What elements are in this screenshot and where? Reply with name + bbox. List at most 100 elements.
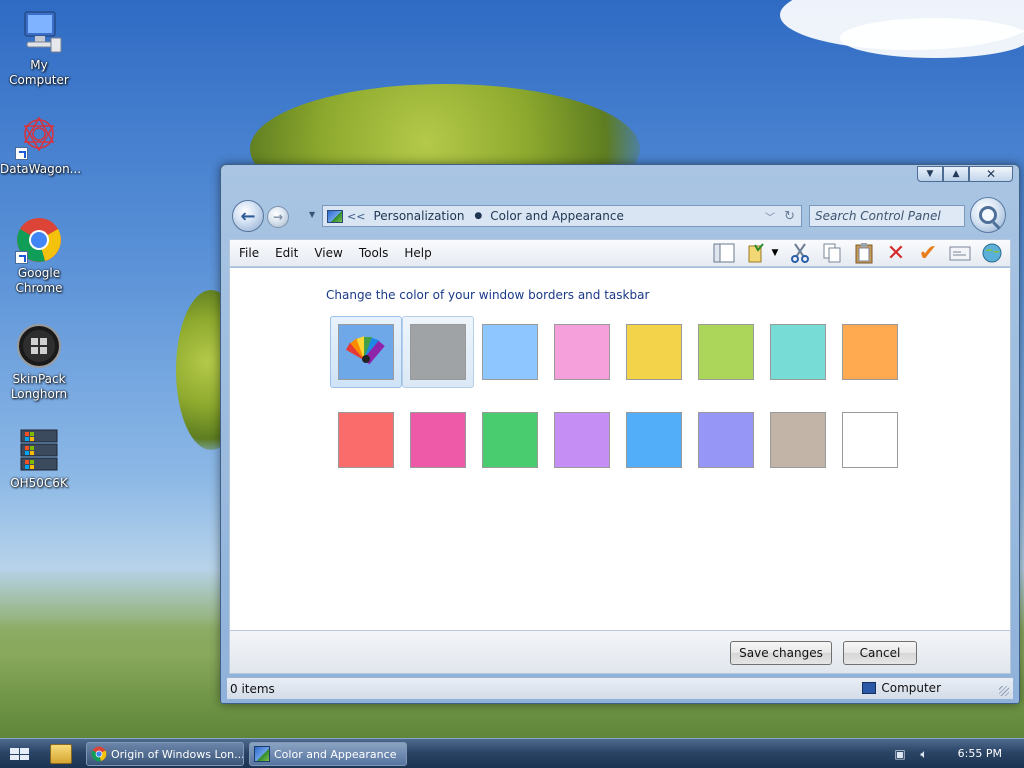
swatch-color-fill bbox=[626, 412, 682, 468]
folder-options-icon[interactable] bbox=[744, 242, 768, 264]
refresh-icon[interactable]: ↻ bbox=[784, 209, 795, 224]
swatch-color-fill bbox=[842, 412, 898, 468]
color-swatch-sky[interactable] bbox=[474, 316, 546, 388]
swatch-row bbox=[330, 404, 906, 476]
breadcrumb-separator-icon[interactable]: ● bbox=[474, 211, 482, 221]
color-swatch-white[interactable] bbox=[834, 404, 906, 476]
windows-logo-icon bbox=[10, 748, 19, 754]
color-swatch-orange[interactable] bbox=[834, 316, 906, 388]
recent-pages-dropdown[interactable]: ▼ bbox=[309, 210, 315, 219]
menu-file[interactable]: File bbox=[230, 246, 267, 260]
desktop-icon-label: OH50C6K bbox=[10, 476, 68, 490]
desktop-icon-oh50c6k[interactable]: OH50C6K bbox=[0, 426, 78, 491]
globe-icon[interactable] bbox=[980, 242, 1004, 264]
caption-buttons: ▼ ▲ ✕ bbox=[917, 166, 1013, 182]
search-input[interactable]: Search Control Panel bbox=[809, 205, 965, 227]
menu-help[interactable]: Help bbox=[396, 246, 439, 260]
navigation-bar: ← → ▼ << Personalization ● Color and App… bbox=[229, 195, 1011, 235]
menu-view[interactable]: View bbox=[306, 246, 350, 260]
status-bar: 0 items Computer bbox=[227, 677, 1013, 699]
menu-tools[interactable]: Tools bbox=[351, 246, 397, 260]
search-icon bbox=[979, 206, 997, 224]
color-swatch-blue[interactable] bbox=[618, 404, 690, 476]
close-icon: ✕ bbox=[985, 167, 997, 181]
forward-button[interactable]: → bbox=[267, 206, 289, 228]
address-bar[interactable]: << Personalization ● Color and Appearanc… bbox=[322, 205, 802, 227]
color-swatch-green[interactable] bbox=[474, 404, 546, 476]
maximize-button[interactable]: ▲ bbox=[943, 166, 969, 182]
control-panel-icon bbox=[327, 209, 343, 223]
color-swatch-graphite[interactable] bbox=[402, 316, 474, 388]
system-tray: ▣ 🔈︎ bbox=[884, 739, 1024, 768]
breadcrumb-personalization[interactable]: Personalization bbox=[373, 209, 464, 223]
preview-pane-icon[interactable] bbox=[712, 242, 736, 264]
swatch-color-fill bbox=[482, 324, 538, 380]
desktop-icon-skinpack-longhorn[interactable]: SkinPack Longhorn bbox=[0, 322, 78, 402]
color-swatch-red[interactable] bbox=[330, 404, 402, 476]
color-swatch-teal[interactable] bbox=[762, 316, 834, 388]
dropdown-arrow-icon[interactable]: ▼ bbox=[770, 242, 780, 264]
start-button[interactable] bbox=[6, 743, 32, 765]
clock[interactable]: 6:55 PM bbox=[958, 747, 1002, 760]
quick-launch-folder-icon[interactable] bbox=[50, 744, 72, 764]
color-swatch-custom[interactable] bbox=[330, 316, 402, 388]
cloud bbox=[840, 18, 1024, 58]
maximize-icon: ▲ bbox=[952, 169, 960, 179]
color-swatch-violet[interactable] bbox=[546, 404, 618, 476]
toolbar: ▼ ✕ ✔ bbox=[704, 241, 1004, 266]
breadcrumb-color-and-appearance[interactable]: Color and Appearance bbox=[490, 209, 624, 223]
volume-icon[interactable]: 🔈︎ bbox=[916, 746, 932, 762]
swatch-color-fill bbox=[410, 412, 466, 468]
color-swatch-magenta[interactable] bbox=[402, 404, 474, 476]
color-swatch-yellow[interactable] bbox=[618, 316, 690, 388]
desktop-icon-label: My Computer bbox=[9, 58, 69, 87]
swatch-color-fill bbox=[698, 324, 754, 380]
cancel-button[interactable]: Cancel bbox=[843, 641, 917, 665]
back-button[interactable]: ← bbox=[232, 200, 264, 232]
swatch-color-fill bbox=[626, 324, 682, 380]
cut-icon[interactable] bbox=[788, 242, 812, 264]
breadcrumb-overflow[interactable]: << bbox=[347, 210, 365, 223]
color-swatch-taupe[interactable] bbox=[762, 404, 834, 476]
paste-icon[interactable] bbox=[852, 242, 876, 264]
address-dropdown-icon[interactable]: ﹀ bbox=[765, 209, 775, 224]
windows-logo-pane bbox=[20, 748, 29, 754]
minimize-button[interactable]: ▼ bbox=[917, 166, 943, 182]
color-and-appearance-window: ▼ ▲ ✕ ← → ▼ << Personalization ● Color a… bbox=[220, 164, 1020, 704]
close-button[interactable]: ✕ bbox=[969, 166, 1013, 182]
checkmark-icon[interactable]: ✔ bbox=[916, 241, 940, 266]
desktop-icon-label: Google Chrome bbox=[15, 266, 63, 295]
menu-edit[interactable]: Edit bbox=[267, 246, 306, 260]
taskbar-item-color-and-appearance[interactable]: Color and Appearance bbox=[249, 742, 407, 766]
network-icon[interactable]: ▣ bbox=[892, 746, 908, 762]
properties-icon[interactable] bbox=[948, 242, 972, 264]
color-swatch-grid bbox=[330, 316, 906, 492]
status-location-label: Computer bbox=[881, 681, 941, 695]
swatch-color-fill bbox=[698, 412, 754, 468]
copy-icon[interactable] bbox=[820, 242, 844, 264]
skinpack-icon bbox=[15, 322, 63, 370]
swatch-color-fill bbox=[842, 324, 898, 380]
desktop-icon-my-computer[interactable]: My Computer bbox=[0, 8, 78, 88]
swatch-color-fill bbox=[554, 412, 610, 468]
chrome-icon bbox=[15, 216, 63, 264]
desktop-icon-datawagon[interactable]: DataWagon... bbox=[0, 112, 81, 177]
windows-logo-pane bbox=[10, 754, 19, 760]
taskbar: Origin of Windows Lon... Color and Appea… bbox=[0, 738, 1024, 768]
color-swatch-pink[interactable] bbox=[546, 316, 618, 388]
color-swatch-periwinkle[interactable] bbox=[690, 404, 762, 476]
color-palette-icon bbox=[345, 336, 385, 365]
status-location: Computer bbox=[862, 681, 941, 695]
desktop-icon-google-chrome[interactable]: Google Chrome bbox=[0, 216, 78, 296]
windows-logo-pane bbox=[20, 754, 29, 760]
taskbar-item-chrome[interactable]: Origin of Windows Lon... bbox=[86, 742, 244, 766]
swatch-color-fill bbox=[770, 412, 826, 468]
shortcut-arrow-icon bbox=[15, 147, 28, 160]
item-count: 0 items bbox=[230, 681, 275, 696]
resize-grip[interactable] bbox=[999, 686, 1009, 696]
swatch-color-fill bbox=[410, 324, 466, 380]
save-changes-button[interactable]: Save changes bbox=[730, 641, 832, 665]
search-button[interactable] bbox=[970, 197, 1006, 233]
color-swatch-lime[interactable] bbox=[690, 316, 762, 388]
delete-icon[interactable]: ✕ bbox=[884, 241, 908, 266]
